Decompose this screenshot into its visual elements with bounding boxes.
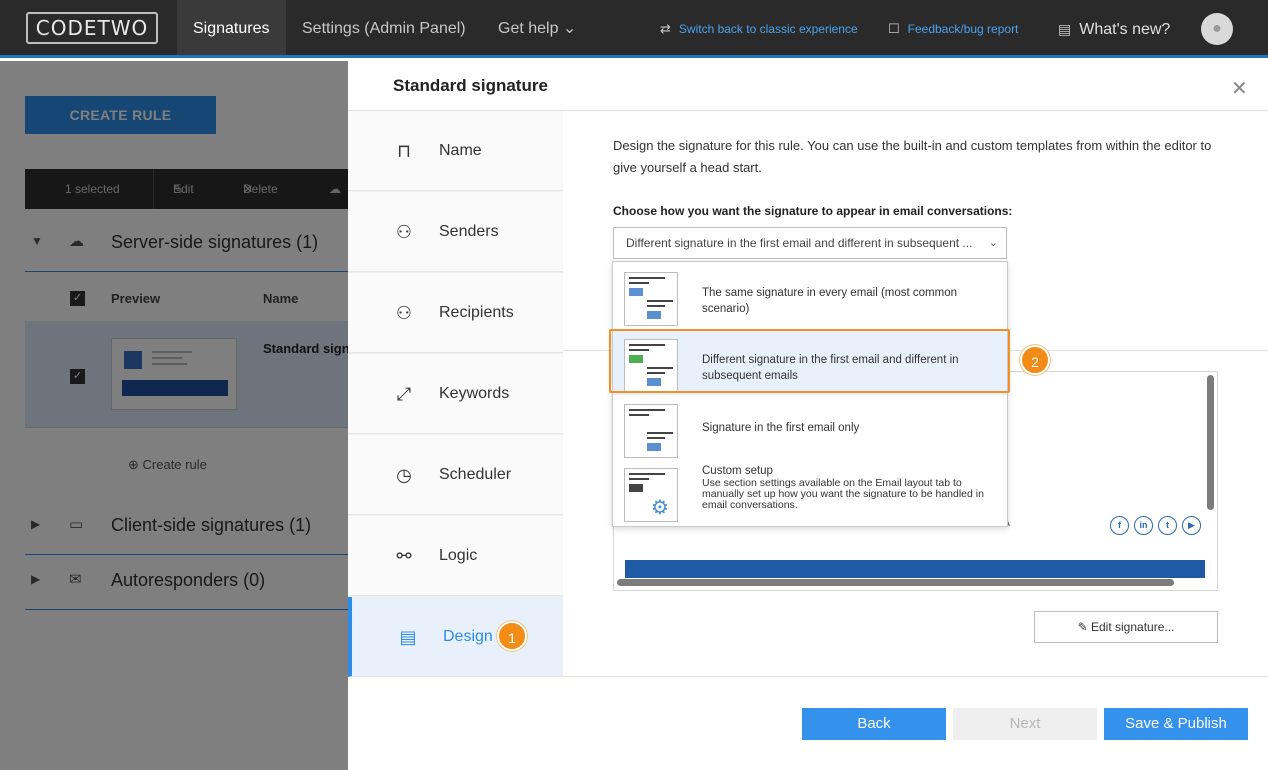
nav-get-help[interactable]: Get help ⌄ <box>498 0 576 55</box>
linkedin-icon: in <box>1134 516 1153 535</box>
icon-block <box>647 311 661 319</box>
vertical-scrollbar[interactable] <box>1207 375 1214 510</box>
conversation-mode-label: Choose how you want the signature to app… <box>613 204 1013 218</box>
switch-icon: ⇄ <box>660 21 671 36</box>
icon-line <box>647 305 665 307</box>
step-badge-2: 2 <box>1020 345 1050 375</box>
close-icon[interactable]: ✕ <box>1231 76 1248 101</box>
feedback-icon: ☐ <box>888 21 900 36</box>
highlight-outline <box>609 329 1010 393</box>
top-navigation-bar: CODETWO Signatures Settings (Admin Panel… <box>0 0 1268 58</box>
footer-divider <box>563 676 1268 677</box>
preview-banner <box>625 560 1205 578</box>
design-intro: Design the signature for this rule. You … <box>613 138 1212 175</box>
whats-new-link[interactable]: ▤ What's new? <box>1058 0 1170 58</box>
design-icon: ▤ <box>399 627 417 647</box>
icon-line <box>629 277 665 279</box>
clock-icon: ◷ <box>396 465 412 485</box>
pencil-icon: ✎ <box>1077 620 1091 634</box>
step-badge-1: 1 <box>497 621 527 651</box>
next-button[interactable]: Next <box>953 708 1097 740</box>
news-icon: ▤ <box>1058 21 1072 37</box>
icon-line <box>647 432 673 434</box>
step-recipients[interactable]: ⚇ Recipients <box>348 273 563 353</box>
steps-sidebar: ⊓ Name ⚇ Senders ⚇ Recipients ⤢ Keywords… <box>348 111 563 677</box>
step-scheduler[interactable]: ◷ Scheduler <box>348 435 563 515</box>
icon-block <box>647 443 661 451</box>
chevron-down-icon: ⌄ <box>988 237 998 249</box>
option-label: Signature in the first email only <box>702 422 860 434</box>
twitter-icon: t <box>1158 516 1177 535</box>
step-label: Design <box>443 628 493 645</box>
senders-icon: ⚇ <box>395 222 413 242</box>
step-label: Recipients <box>439 304 514 321</box>
step-label: Senders <box>439 223 499 240</box>
icon-line <box>629 473 665 475</box>
save-publish-button[interactable]: Save & Publish <box>1104 708 1248 740</box>
option-label: Custom setup <box>702 465 773 477</box>
conversation-mode-select[interactable]: Different signature in the first email a… <box>613 227 1007 259</box>
icon-block <box>629 484 643 492</box>
horizontal-scrollbar[interactable] <box>617 579 1174 586</box>
back-button[interactable]: Back <box>802 708 946 740</box>
step-label: Name <box>439 142 482 159</box>
layout-same-icon <box>624 272 678 326</box>
user-avatar[interactable]: ● <box>1201 13 1233 45</box>
feedback-link[interactable]: ☐ Feedback/bug report <box>888 0 1018 58</box>
feedback-label: Feedback/bug report <box>907 22 1019 36</box>
option-same-signature[interactable]: The same signature in every email (most … <box>613 264 1007 328</box>
step-label: Scheduler <box>439 466 512 483</box>
select-value: Different signature in the first email a… <box>626 236 973 250</box>
icon-line <box>647 300 673 302</box>
gear-icon: ⚙ <box>651 497 669 519</box>
facebook-icon: f <box>1110 516 1129 535</box>
dialog-title: Standard signature <box>393 76 548 95</box>
keywords-icon: ⤢ <box>396 384 412 404</box>
nav-signatures[interactable]: Signatures <box>177 0 286 55</box>
layout-custom-icon: ⚙ <box>624 468 678 522</box>
switch-classic-label: Switch back to classic experience <box>678 22 858 36</box>
whats-new-label: What's new? <box>1079 21 1171 38</box>
icon-block <box>629 288 643 296</box>
recipients-icon: ⚇ <box>395 303 413 323</box>
icon-line <box>629 282 649 284</box>
conversation-mode-menu: The same signature in every email (most … <box>612 261 1008 527</box>
youtube-icon: ▶ <box>1182 516 1201 535</box>
modal-backdrop[interactable] <box>0 61 348 770</box>
option-custom-text: Custom setup Use section settings availa… <box>702 465 992 511</box>
option-custom-setup[interactable]: ⚙ Custom setup Use section settings avai… <box>613 460 1007 524</box>
icon-line <box>629 414 649 416</box>
step-name[interactable]: ⊓ Name <box>348 111 563 191</box>
step-senders[interactable]: ⚇ Senders <box>348 192 563 272</box>
user-icon: ● <box>1212 20 1222 37</box>
logic-icon: ⚯ <box>396 546 412 566</box>
step-label: Logic <box>439 547 478 564</box>
step-label: Keywords <box>439 385 510 402</box>
switch-classic-link[interactable]: ⇄ Switch back to classic experience <box>660 0 858 58</box>
signpost-icon: ⊓ <box>396 141 412 161</box>
codetwo-logo[interactable]: CODETWO <box>26 12 158 44</box>
icon-line <box>647 437 665 439</box>
step-logic[interactable]: ⚯ Logic <box>348 516 563 596</box>
step-keywords[interactable]: ⤢ Keywords <box>348 354 563 434</box>
icon-line <box>629 409 665 411</box>
option-description: Use section settings available on the Em… <box>702 477 984 511</box>
step-design[interactable]: ▤ Design <box>348 597 563 677</box>
icon-line <box>629 478 649 480</box>
option-label: The same signature in every email (most … <box>702 287 958 315</box>
layout-first-only-icon <box>624 404 678 458</box>
nav-settings[interactable]: Settings (Admin Panel) <box>302 0 466 55</box>
edit-signature-label: Edit signature... <box>1091 620 1175 634</box>
edit-signature-button[interactable]: ✎ Edit signature... <box>1034 611 1218 643</box>
option-first-only[interactable]: Signature in the first email only <box>613 396 1007 460</box>
